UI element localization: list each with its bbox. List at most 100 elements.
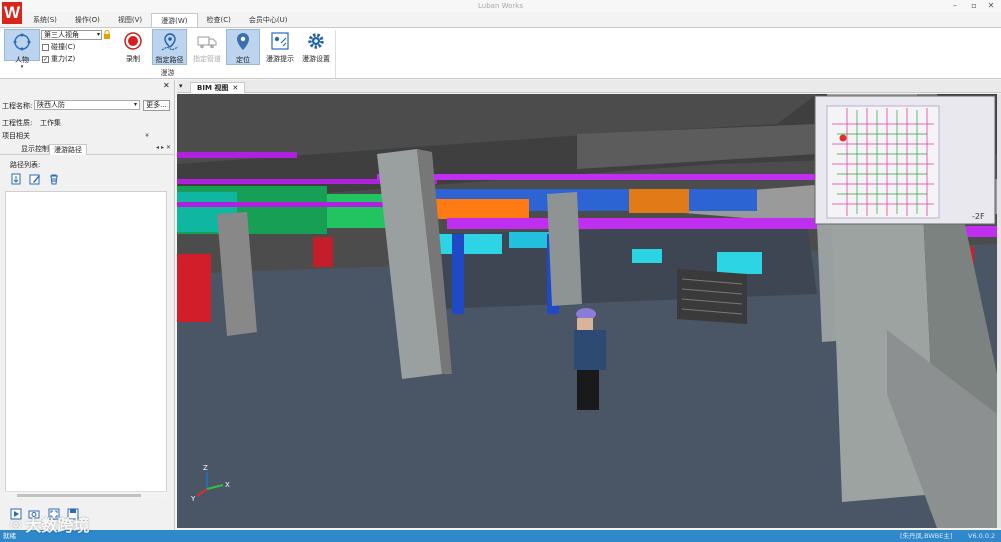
menu-item-system[interactable]: 系统(S) (24, 13, 66, 27)
axis-y-label: Y (190, 495, 196, 503)
tab-nav-arrows-icon[interactable]: ◂▸✕ (156, 144, 173, 151)
cyan-equipment (432, 234, 502, 254)
record-label: 录制 (126, 55, 140, 63)
truck-icon (197, 36, 217, 49)
view-mode-select[interactable]: 第三人视角 ▾ (41, 30, 102, 40)
path-list-hscrollbar[interactable] (5, 491, 167, 498)
magenta-pipe-3 (377, 174, 817, 180)
locate-label: 定位 (236, 56, 250, 64)
import-path-icon[interactable] (10, 173, 22, 185)
collision-checkbox-box[interactable] (42, 43, 49, 51)
red-equipment-left (177, 254, 211, 322)
ribbon: 人物 ▾ 第三人视角 ▾ 碰撞(C) ✓ 重力(Z) 录制 指定路径 指定管道 … (0, 27, 1001, 79)
roam-tips-button[interactable]: 漫游提示 (263, 29, 297, 65)
minimap-plan (826, 105, 940, 219)
person-button[interactable]: 人物 ▾ (4, 29, 40, 70)
record-icon (124, 32, 142, 50)
blue-riser-1 (452, 234, 464, 314)
magenta-pipe-main (447, 218, 857, 229)
scrollbar-thumb[interactable] (17, 494, 141, 497)
view-mode-value: 第三人视角 (44, 31, 79, 39)
avatar-shirt (574, 330, 606, 370)
project-name-label: 工程名称: (2, 102, 33, 110)
minimap-position-marker (839, 134, 847, 142)
locate-button[interactable]: 定位 (226, 29, 260, 65)
orange-equipment (629, 189, 689, 213)
status-user: [朱丹凤,BWBE主] (900, 532, 953, 540)
watermark-text: 大数跨境 (25, 516, 90, 535)
gravity-checkbox[interactable]: ✓ 重力(Z) (42, 54, 75, 64)
path-pin-icon (161, 33, 178, 51)
gravity-checkbox-box[interactable]: ✓ (42, 55, 49, 63)
close-icon[interactable]: ✕ (983, 1, 999, 11)
cyan-tank (509, 232, 549, 248)
red-equipment-mid (313, 237, 333, 267)
cyan-box-2 (717, 252, 762, 274)
bim-3d-viewport[interactable]: -2F Z X Y (177, 94, 997, 528)
specify-pipe-label: 指定管道 (193, 55, 221, 63)
chevron-down-icon: ▾ (133, 101, 137, 108)
lock-icon[interactable] (103, 30, 111, 39)
avatar-face (577, 318, 593, 330)
specify-path-label: 指定路径 (155, 56, 184, 64)
maximize-icon[interactable]: ▫ (966, 1, 982, 11)
minimize-icon[interactable]: – (947, 1, 963, 11)
project-related-label: 项目相关 (2, 132, 30, 140)
document-tab-bar: ▾ BIM 视图 ✕ (177, 80, 1001, 93)
project-type-value: 工作集 (40, 119, 61, 127)
record-button[interactable]: 录制 (118, 29, 148, 65)
status-bar: 就绪 [朱丹凤,BWBE主] V6.0.0.2 (0, 530, 1001, 542)
collision-checkbox[interactable]: 碰撞(C) (42, 42, 75, 52)
minimap-floor-label: -2F (972, 212, 985, 221)
menu-item-operation[interactable]: 操作(O) (66, 13, 109, 27)
menu-item-view[interactable]: 视图(V) (109, 13, 151, 27)
close-icon[interactable]: ✕ (232, 84, 238, 92)
concrete-column-2 (547, 192, 582, 306)
chevron-down-icon: ▾ (96, 31, 100, 38)
menu-item-check[interactable]: 检查(C) (198, 13, 240, 27)
tab-dropdown-icon[interactable]: ▾ (179, 82, 183, 90)
specify-path-button[interactable]: 指定路径 (152, 29, 187, 65)
tips-icon (271, 32, 289, 50)
project-name-value: 陕西人防 (37, 101, 65, 109)
specify-pipe-button[interactable]: 指定管道 (191, 29, 223, 65)
roam-settings-button[interactable]: 漫游设置 (299, 29, 333, 65)
roam-settings-label: 漫游设置 (302, 55, 330, 63)
app-logo: W (2, 2, 22, 24)
tab-display-control[interactable]: 显示控制 (17, 144, 53, 155)
tab-roam-path[interactable]: 漫游路径 (49, 144, 87, 155)
axis-x-label: X (225, 481, 230, 489)
menu-bar: 系统(S) 操作(O) 视图(V) 漫游(W) 检查(C) 会员中心(U) (24, 13, 297, 27)
gravity-label: 重力(Z) (51, 55, 76, 63)
cyan-box-1 (632, 249, 662, 263)
collision-label: 碰撞(C) (51, 43, 76, 51)
tab-bim-view[interactable]: BIM 视图 ✕ (190, 82, 246, 93)
collapse-chevron-icon[interactable]: » (143, 133, 151, 137)
panel-close-icon[interactable]: ✕ (163, 81, 173, 91)
viewport-right-edge (997, 94, 1001, 528)
edit-path-icon[interactable] (29, 173, 41, 185)
path-list-label: 路径列表: (10, 161, 41, 169)
bim-scene[interactable]: -2F Z X Y (177, 94, 997, 528)
delete-path-icon[interactable] (48, 173, 60, 185)
title-bar: Luban Works – ▫ ✕ (0, 0, 1001, 12)
more-button[interactable]: 更多... (143, 100, 170, 111)
axis-z-label: Z (203, 464, 208, 472)
orange-duct (429, 199, 529, 219)
path-list[interactable] (5, 191, 167, 494)
menu-item-member-center[interactable]: 会员中心(U) (240, 13, 297, 27)
location-pin-icon (237, 33, 249, 50)
gear-icon (308, 33, 324, 49)
minimap[interactable]: -2F (814, 95, 996, 225)
left-panel: ✕ 工程名称: 陕西人防 ▾ 更多... 工程性质: 工作集 项目相关 » 显示… (0, 80, 175, 530)
stairs (677, 269, 747, 324)
bim-view-tab-label: BIM 视图 (197, 84, 229, 92)
avatar-pants (577, 370, 599, 410)
menu-item-roam[interactable]: 漫游(W) (151, 13, 198, 27)
ribbon-group-label: 漫游 (160, 69, 175, 77)
watermark-logo-icon: ◎ (10, 516, 22, 532)
watermark: ◎ 大数跨境 (10, 512, 89, 536)
roam-tips-label: 漫游提示 (266, 55, 294, 63)
project-name-select[interactable]: 陕西人防 ▾ (34, 100, 140, 110)
window-title: Luban Works (478, 2, 523, 10)
